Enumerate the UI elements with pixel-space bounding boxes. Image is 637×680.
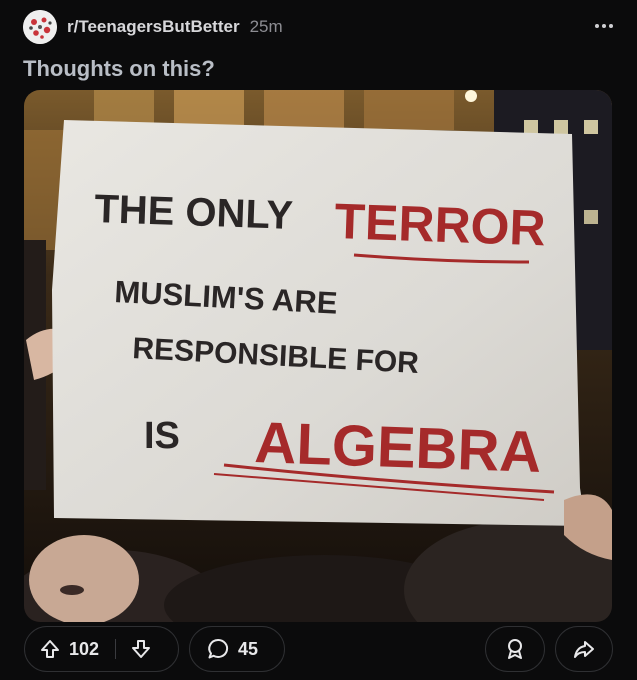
post-title[interactable]: Thoughts on this? — [23, 56, 215, 82]
downvote-icon[interactable] — [130, 638, 152, 660]
vote-bar: 102 — [24, 626, 179, 672]
post-header: r/TeenagersButBetter 25m — [23, 10, 619, 44]
share-icon — [572, 637, 596, 661]
share-button[interactable] — [555, 626, 613, 672]
sign-line1-part2: TERROR — [334, 193, 547, 256]
protest-sign-photo: THE ONLY TERROR MUSLIM'S ARE RESPONSIBLE… — [24, 90, 612, 622]
subreddit-avatar[interactable] — [23, 10, 57, 44]
comments-button[interactable]: 45 — [189, 626, 285, 672]
vote-divider — [115, 639, 117, 659]
post-time: 25m — [249, 17, 283, 36]
sign-line1-part1: THE ONLY — [94, 187, 294, 238]
subreddit-avatar-image — [23, 10, 57, 44]
upvote-icon[interactable] — [39, 638, 61, 660]
post-image[interactable]: THE ONLY TERROR MUSLIM'S ARE RESPONSIBLE… — [24, 90, 612, 622]
subreddit-name[interactable]: r/TeenagersButBetter — [67, 17, 240, 37]
more-options-icon[interactable] — [593, 16, 615, 36]
comment-count: 45 — [238, 638, 259, 659]
comment-icon — [206, 637, 230, 661]
award-button[interactable] — [485, 626, 545, 672]
upvote-count: 102 — [69, 638, 100, 659]
award-icon — [503, 637, 527, 661]
post-actions: 102 45 — [24, 626, 613, 674]
sign-line4-part1: IS — [144, 415, 180, 457]
